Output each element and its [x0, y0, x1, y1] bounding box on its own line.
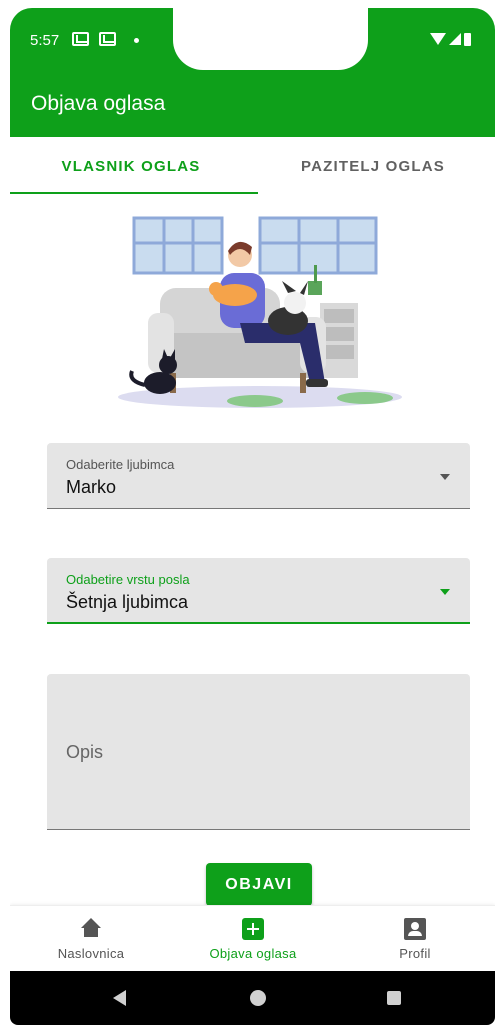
account-box-icon — [404, 918, 426, 940]
pet-select-label: Odaberite ljubimca — [66, 457, 175, 472]
nav-item-objava-oglasa[interactable]: Objava oglasa — [172, 906, 334, 972]
add-box-icon — [242, 918, 264, 940]
nav-label-objava-oglasa: Objava oglasa — [209, 946, 297, 961]
status-time: 5:57 — [30, 32, 60, 49]
battery-icon — [464, 32, 471, 46]
gmail-notification-icon — [72, 32, 89, 46]
description-placeholder: Opis — [66, 742, 104, 762]
job-type-select-label: Odabetire vrstu posla — [66, 572, 190, 587]
nav-item-naslovnica[interactable]: Naslovnica — [10, 906, 172, 972]
pet-select[interactable]: Odaberite ljubimca Marko — [47, 443, 470, 509]
nav-label-profil: Profil — [399, 946, 431, 961]
signal-icon — [449, 33, 461, 45]
display-notch — [173, 8, 368, 70]
dropdown-arrow-icon[interactable] — [440, 474, 450, 480]
page-title: Objava oglasa — [31, 92, 166, 115]
window-left — [132, 216, 224, 275]
top-app-bar: 5:57 Objava oglasa — [10, 8, 495, 137]
back-icon[interactable] — [113, 990, 126, 1006]
tab-vlasnik-oglas[interactable]: VLASNIK OGLAS — [10, 137, 252, 195]
tab-indicator — [10, 192, 258, 194]
wifi-icon — [430, 33, 446, 45]
nav-label-naslovnica: Naslovnica — [57, 946, 125, 961]
app-screen: 5:57 Objava oglasa VLASNIK OGLAS PAZITEL… — [10, 8, 495, 1025]
nav-item-profil[interactable]: Profil — [334, 906, 495, 972]
job-type-select-value: Šetnja ljubimca — [66, 592, 189, 612]
recent-apps-icon[interactable] — [387, 991, 401, 1005]
gmail-notification-icon-2 — [99, 32, 116, 46]
tab-pazitelj-oglas[interactable]: PAZITELJ OGLAS — [252, 137, 494, 195]
home-icon — [80, 918, 102, 940]
tab-bar: VLASNIK OGLAS PAZITELJ OGLAS — [10, 137, 495, 195]
job-type-select[interactable]: Odabetire vrstu posla Šetnja ljubimca — [47, 558, 470, 624]
window-right — [258, 216, 378, 275]
system-navigation-bar — [10, 971, 495, 1025]
status-icons — [430, 30, 471, 48]
bottom-navigation: Naslovnica Objava oglasa Profil — [10, 905, 495, 971]
dropdown-arrow-icon[interactable] — [440, 589, 450, 595]
more-notifications-dot-icon — [134, 38, 139, 43]
pet-select-value: Marko — [66, 477, 117, 497]
home-circle-icon[interactable] — [250, 990, 266, 1006]
description-field[interactable]: Opis — [47, 674, 470, 830]
pet-owner-illustration — [118, 216, 402, 408]
submit-button[interactable]: OBJAVI — [206, 863, 312, 906]
